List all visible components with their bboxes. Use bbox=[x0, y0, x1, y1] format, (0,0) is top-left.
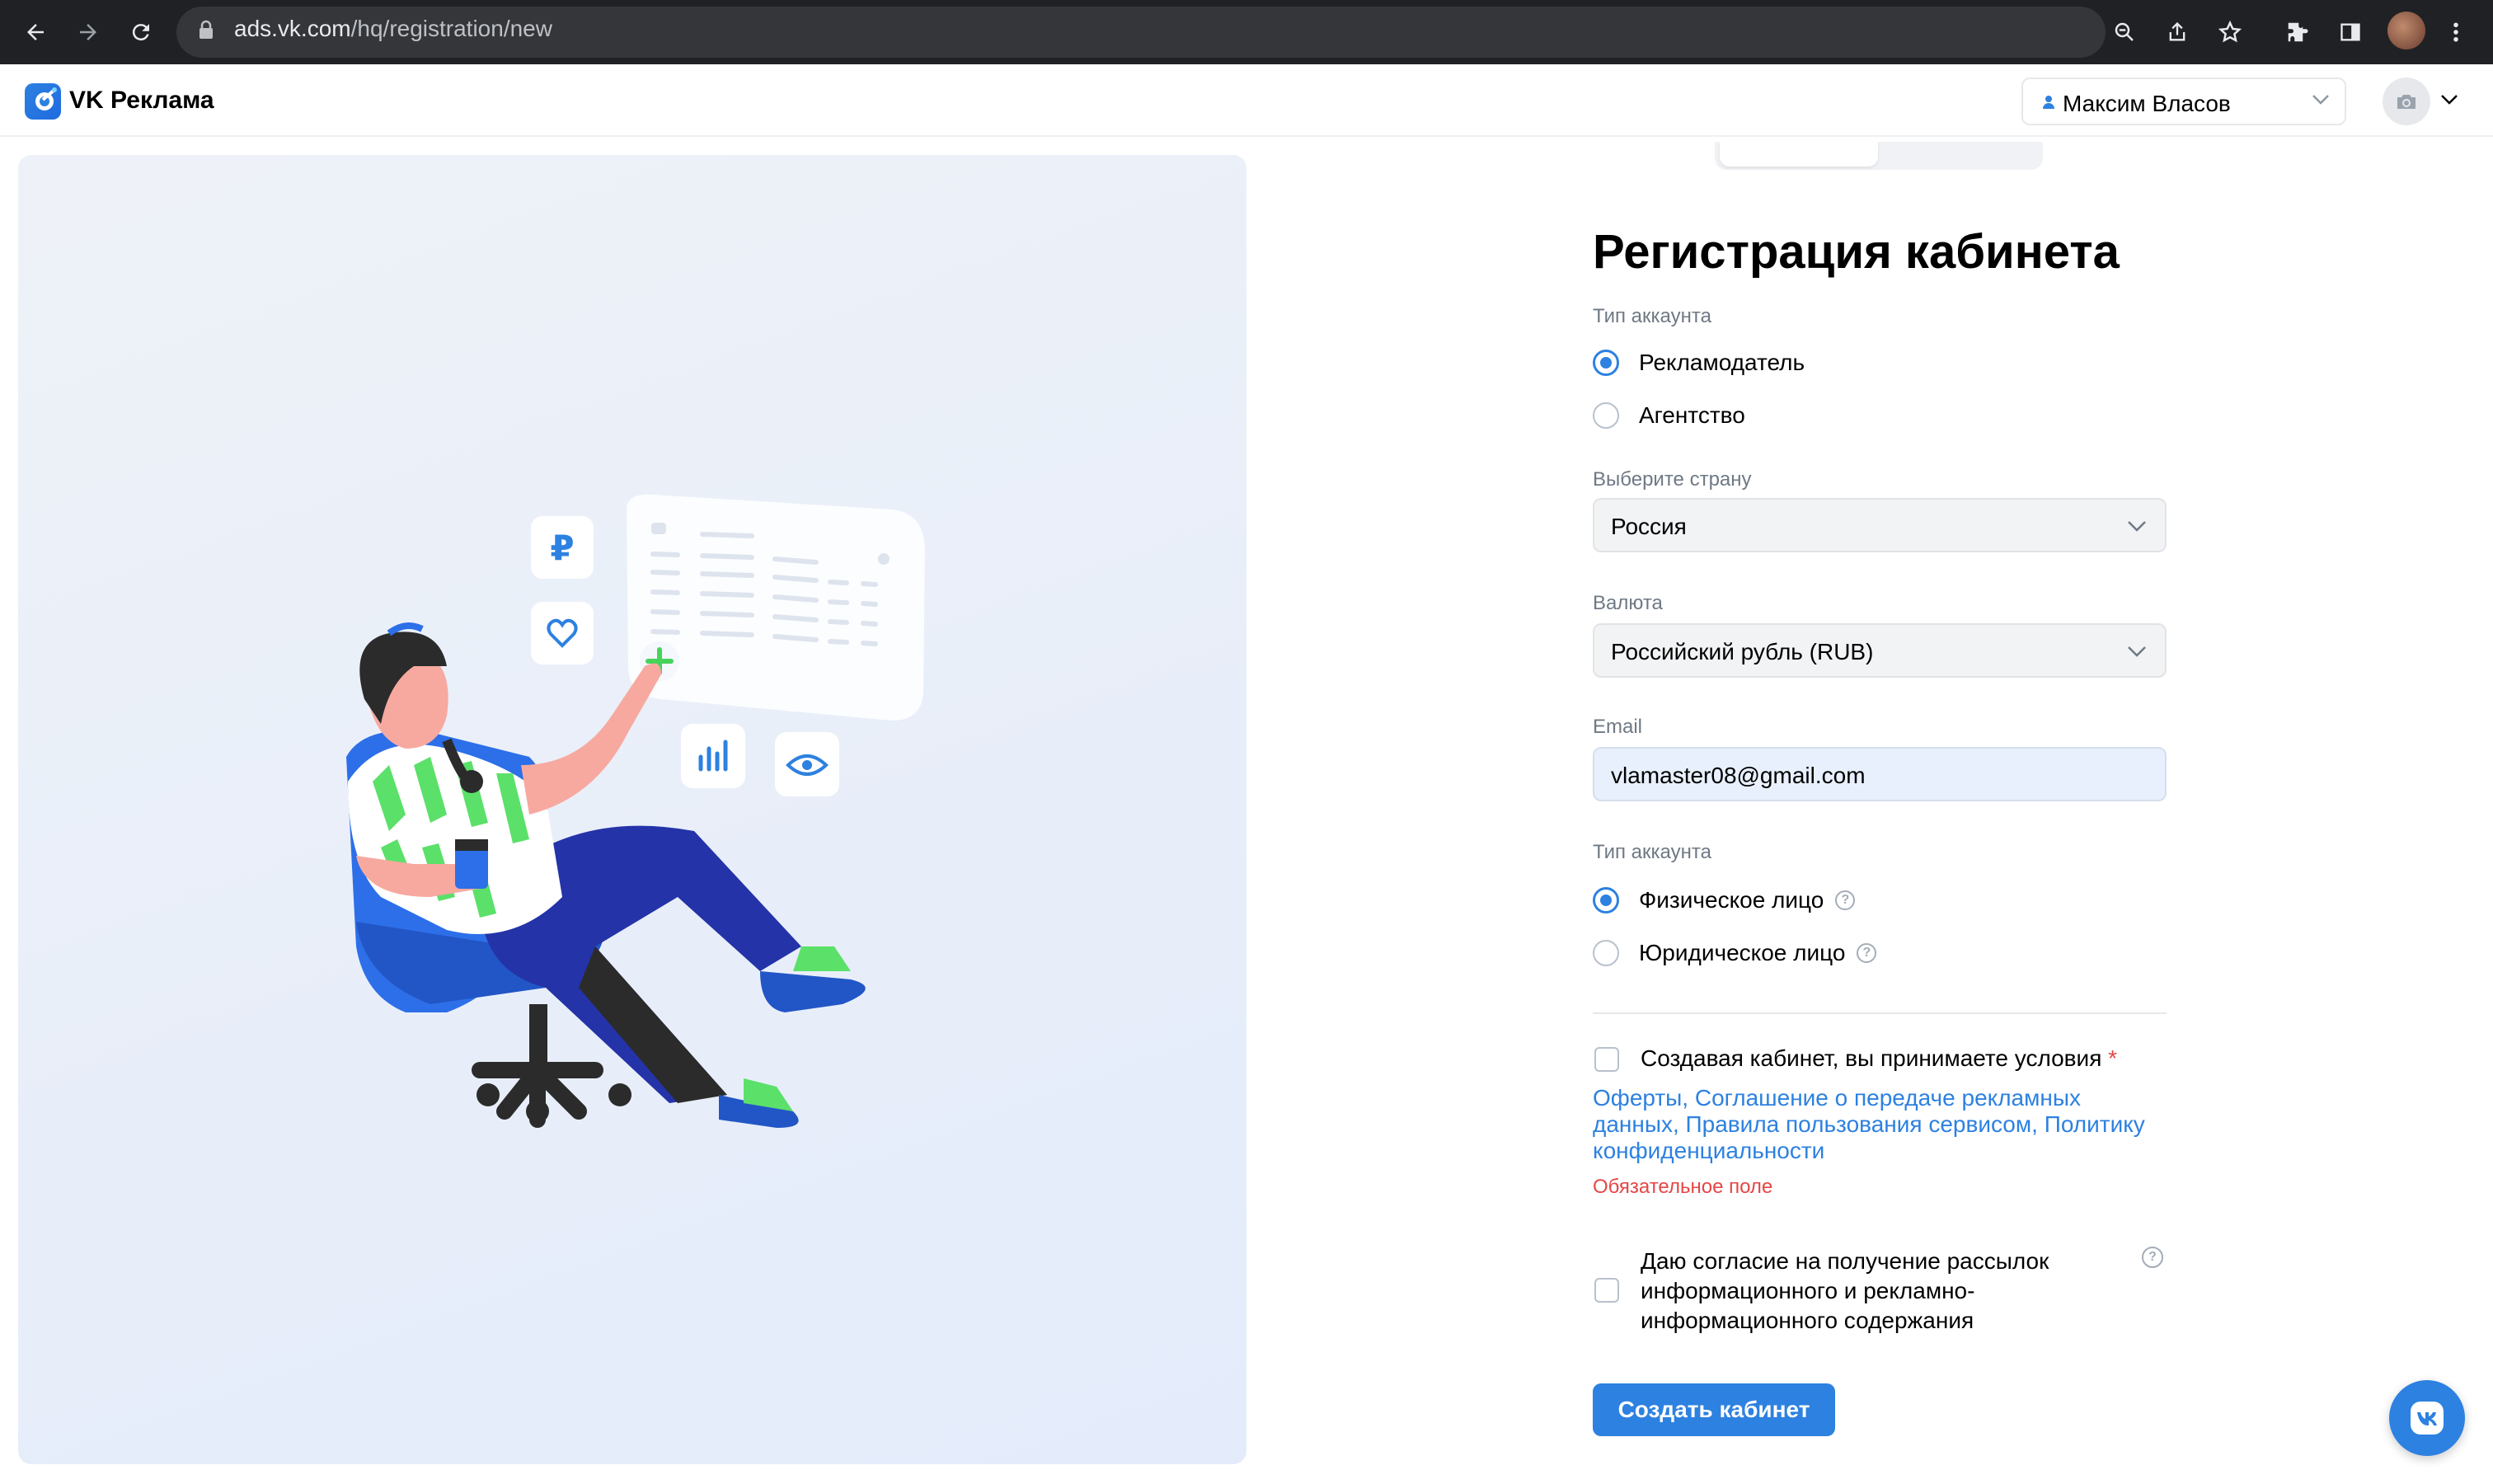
profile-avatar[interactable] bbox=[2387, 12, 2425, 49]
browser-toolbar: ads.vk.com/hq/registration/new bbox=[0, 0, 2493, 64]
radio-button[interactable] bbox=[1593, 940, 1619, 966]
woman-in-chair-illustration: ₽ bbox=[346, 494, 925, 1128]
user-name: Максим Власов bbox=[2063, 91, 2231, 116]
country-label: Выберите страну bbox=[1593, 468, 1752, 491]
forward-icon[interactable] bbox=[68, 12, 109, 53]
radio-label: Юридическое лицо bbox=[1639, 940, 1846, 965]
back-icon[interactable] bbox=[15, 12, 56, 53]
share-icon[interactable] bbox=[2157, 12, 2198, 53]
currency-label: Валюта bbox=[1593, 592, 1663, 614]
ruble-symbol: ₽ bbox=[550, 528, 574, 568]
create-cabinet-button[interactable]: Создать кабинет bbox=[1593, 1383, 1835, 1436]
vk-icon[interactable] bbox=[2389, 1380, 2465, 1456]
chevron-down-icon bbox=[2127, 645, 2147, 662]
radio-advertiser[interactable]: Рекламодатель bbox=[1593, 346, 1805, 379]
currency-value: Российский рубль (RUB) bbox=[1611, 639, 1874, 665]
radio-label: Рекламодатель bbox=[1639, 350, 1805, 375]
terms-checkbox[interactable] bbox=[1594, 1047, 1619, 1072]
terms-text: Создавая кабинет, вы принимаете условия … bbox=[1641, 1044, 2117, 1073]
lock-icon[interactable] bbox=[198, 20, 214, 44]
radio-legal-entity[interactable]: Юридическое лицо ? bbox=[1593, 937, 1877, 970]
help-icon[interactable]: ? bbox=[1857, 943, 1877, 963]
account-type-label: Тип аккаунта bbox=[1593, 305, 1711, 327]
sidepanel-icon[interactable] bbox=[2330, 12, 2371, 53]
app-header: VK Реклама Максим Власов bbox=[0, 64, 2493, 137]
person-type-label: Тип аккаунта bbox=[1593, 841, 1711, 863]
country-select[interactable]: Россия bbox=[1593, 498, 2167, 552]
page-title: Регистрация кабинета bbox=[1593, 225, 2120, 279]
newsletter-checkbox[interactable] bbox=[1594, 1278, 1619, 1303]
country-value: Россия bbox=[1611, 514, 1687, 539]
radio-button[interactable] bbox=[1593, 402, 1619, 429]
account-switcher[interactable]: Максим Власов bbox=[2021, 77, 2346, 125]
url-text[interactable]: ads.vk.com/hq/registration/new bbox=[234, 16, 552, 42]
currency-select[interactable]: Российский рубль (RUB) bbox=[1593, 623, 2167, 678]
vk-ads-logo-icon[interactable] bbox=[25, 83, 61, 120]
zoom-icon[interactable] bbox=[2104, 12, 2145, 53]
menu-icon[interactable] bbox=[2435, 12, 2477, 53]
reload-icon[interactable] bbox=[120, 12, 162, 53]
logo-text[interactable]: VK Реклама bbox=[69, 87, 214, 115]
extensions-icon[interactable] bbox=[2277, 12, 2318, 53]
email-label: Email bbox=[1593, 716, 1643, 738]
email-field[interactable]: vlamaster08@gmail.com bbox=[1593, 747, 2167, 801]
chevron-down-icon bbox=[2127, 519, 2147, 537]
radio-button[interactable] bbox=[1593, 350, 1619, 376]
star-icon[interactable] bbox=[2209, 12, 2251, 53]
radio-agency[interactable]: Агентство bbox=[1593, 399, 1745, 432]
terms-label: Создавая кабинет, вы принимаете условия bbox=[1641, 1045, 2102, 1071]
terms-links: Оферты, Соглашение о передаче рекламных … bbox=[1593, 1085, 2145, 1163]
link-service-rules[interactable]: Правила пользования сервисом bbox=[1686, 1111, 2032, 1137]
email-value: vlamaster08@gmail.com bbox=[1611, 763, 1866, 788]
required-mark: * bbox=[2108, 1045, 2118, 1071]
chevron-down-icon[interactable] bbox=[2440, 94, 2458, 110]
radio-label: Агентство bbox=[1639, 402, 1745, 428]
help-icon[interactable]: ? bbox=[2142, 1247, 2163, 1268]
chevron-down-icon bbox=[2312, 94, 2330, 110]
radio-button[interactable] bbox=[1593, 887, 1619, 913]
illustration-panel: ₽ bbox=[18, 155, 1246, 1464]
link-offer[interactable]: Оферты bbox=[1593, 1085, 1682, 1111]
radio-individual[interactable]: Физическое лицо ? bbox=[1593, 884, 1856, 917]
segmented-control-active[interactable] bbox=[1720, 142, 1878, 167]
radio-label: Физическое лицо bbox=[1639, 887, 1824, 913]
required-error: Обязательное поле bbox=[1593, 1176, 1773, 1198]
help-icon[interactable]: ? bbox=[1835, 890, 1856, 910]
camera-icon[interactable] bbox=[2383, 77, 2430, 125]
newsletter-text: Даю согласие на получение рассылок инфор… bbox=[1641, 1248, 2049, 1333]
url-host: ads.vk.com bbox=[234, 16, 351, 41]
user-icon bbox=[2041, 93, 2056, 115]
url-path: /hq/registration/new bbox=[350, 16, 552, 41]
divider bbox=[1593, 1012, 2167, 1014]
